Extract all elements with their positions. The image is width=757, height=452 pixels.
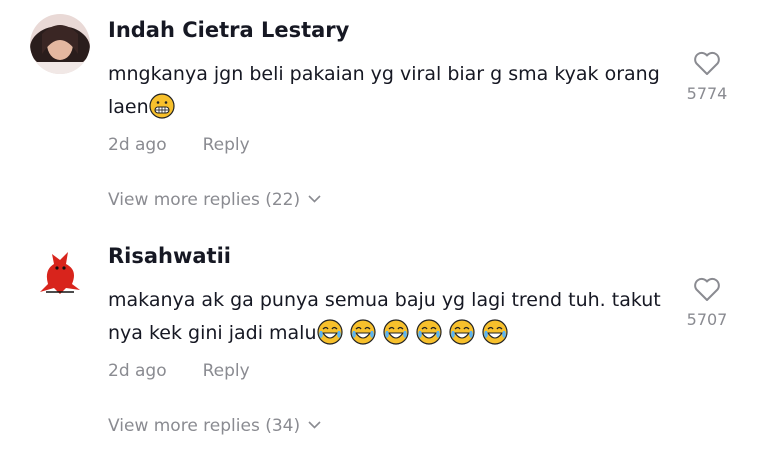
username[interactable]: Risahwatii [108,244,231,268]
chevron-down-icon [308,414,321,434]
tears-of-joy-emoji [481,319,508,345]
chevron-down-icon [308,188,321,208]
view-more-label: View more replies (22) [108,190,301,210]
heart-outline-icon [680,50,734,80]
view-more-replies-button[interactable]: View more replies (34) [108,414,321,436]
heart-outline-icon [680,276,734,306]
grinning-face-emoji [149,93,175,119]
like-button[interactable]: 5774 [680,50,734,103]
reply-button[interactable]: Reply [203,135,250,155]
comment-item: Indah Cietra Lestary mngkanya jgn beli p… [0,0,757,226]
like-count: 5774 [686,84,728,103]
view-more-label: View more replies (34) [108,416,301,436]
timestamp: 2d ago [108,135,167,155]
tears-of-joy-emoji [415,319,442,345]
comment-body: mngkanya jgn beli pakaian yg viral biar … [108,63,660,118]
username[interactable]: Indah Cietra Lestary [108,18,349,42]
comment-text: mngkanya jgn beli pakaian yg viral biar … [108,58,668,124]
comment-text: makanya ak ga punya semua baju yg lagi t… [108,284,668,350]
avatar[interactable] [30,14,90,74]
tears-of-joy-emoji [382,319,409,345]
avatar[interactable] [30,240,90,300]
comment-meta: 2d ago Reply [108,135,250,155]
view-more-replies-button[interactable]: View more replies (22) [108,188,321,210]
timestamp: 2d ago [108,361,167,381]
reply-button[interactable]: Reply [203,361,250,381]
comment-item: Risahwatii makanya ak ga punya semua baj… [0,226,757,452]
tears-of-joy-emoji [349,319,376,345]
like-count: 5707 [686,310,728,329]
tears-of-joy-emoji [448,319,475,345]
comment-meta: 2d ago Reply [108,361,250,381]
like-button[interactable]: 5707 [680,276,734,329]
tears-of-joy-emoji [316,319,343,345]
